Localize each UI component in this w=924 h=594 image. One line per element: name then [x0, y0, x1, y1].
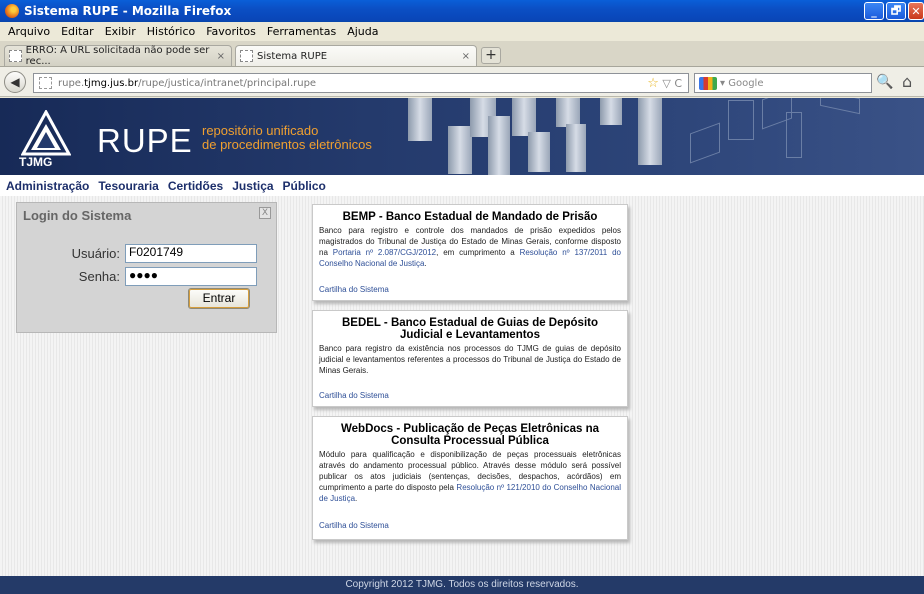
cartilha-link[interactable]: Cartilha do Sistema	[319, 391, 389, 400]
search-placeholder: Google	[728, 77, 764, 89]
tab-label: Sistema RUPE	[257, 50, 328, 62]
card-title: WebDocs - Publicação de Peças Eletrônica…	[341, 423, 599, 447]
url-host: tjmg.jus.br	[84, 77, 139, 89]
card-description: Banco para registro e controle dos manda…	[319, 226, 621, 268]
tagline-line1: repositório unificado	[202, 123, 319, 138]
card-title: BEMP - Banco Estadual de Mandado de Pris…	[342, 211, 598, 223]
decorative-wireframe	[820, 98, 860, 115]
decorative-wireframe	[690, 122, 720, 164]
decorative-block	[556, 98, 580, 127]
tab-erro[interactable]: ERRO: A URL solicitada não pode ser rec.…	[4, 45, 232, 67]
tab-close-icon[interactable]: ×	[217, 51, 225, 62]
tab-sistema-rupe[interactable]: Sistema RUPE ×	[235, 45, 477, 66]
nav-tesouraria[interactable]: Tesouraria	[98, 179, 158, 193]
menu-bar: Arquivo Editar Exibir Histórico Favorito…	[0, 22, 924, 41]
window-title-bar: Sistema RUPE - Mozilla Firefox _ 🗗 ✕	[0, 0, 924, 22]
nav-publico[interactable]: Público	[283, 179, 326, 193]
card-description: Banco para registro da existência nos pr…	[319, 344, 621, 375]
page-footer: Copyright 2012 TJMG. Todos os direitos r…	[0, 576, 924, 594]
top-navigation: Administração Tesouraria Certidões Justi…	[0, 175, 924, 196]
menu-arquivo[interactable]: Arquivo	[8, 25, 50, 38]
card-bedel: BEDEL - Banco Estadual de Guias de Depós…	[312, 310, 628, 407]
menu-ferramentas[interactable]: Ferramentas	[267, 25, 336, 38]
url-path: /rupe/justica/intranet/principal.rupe	[138, 77, 317, 89]
page-content: TJMG RUPE repositório unificado de proce…	[0, 98, 924, 594]
tjmg-logo-icon	[21, 110, 71, 156]
card-webdocs: WebDocs - Publicação de Peças Eletrônica…	[312, 416, 628, 540]
app-tagline: repositório unificado de procedimentos e…	[202, 124, 372, 152]
search-go-icon[interactable]: 🔍	[876, 74, 893, 90]
card-bemp: BEMP - Banco Estadual de Mandado de Pris…	[312, 204, 628, 301]
tjmg-logo-text: TJMG	[19, 155, 53, 169]
login-title: Login do Sistema	[23, 208, 132, 223]
app-name: RUPE	[97, 122, 193, 159]
navigation-bar: ◀ rupe. tjmg.jus.br/rupe/justica/intranet…	[0, 67, 924, 97]
user-field[interactable]: F0201749	[125, 244, 257, 263]
new-tab-button[interactable]: +	[481, 47, 501, 64]
site-banner: TJMG RUPE repositório unificado de proce…	[0, 98, 924, 175]
card-title: BEDEL - Banco Estadual de Guias de Depós…	[341, 317, 599, 341]
close-icon[interactable]: X	[259, 207, 271, 219]
decorative-block	[512, 98, 536, 136]
window-title: Sistema RUPE - Mozilla Firefox	[24, 4, 232, 18]
maximize-button[interactable]: 🗗	[886, 2, 906, 20]
page-icon	[240, 50, 253, 62]
bookmark-star-icon[interactable]: ☆	[647, 76, 659, 91]
tab-label: ERRO: A URL solicitada não pode ser rec.…	[25, 45, 210, 67]
decorative-block	[600, 98, 622, 125]
cartilha-link[interactable]: Cartilha do Sistema	[319, 285, 389, 294]
menu-exibir[interactable]: Exibir	[105, 25, 136, 38]
user-label: Usuário:	[71, 246, 120, 261]
page-icon	[9, 50, 22, 62]
url-actions: ☆ ▽ C	[647, 76, 682, 91]
search-dropdown-icon[interactable]: ▾	[720, 78, 725, 89]
tab-close-icon[interactable]: ×	[462, 51, 470, 62]
search-bar[interactable]: ▾ Google	[694, 73, 872, 93]
menu-editar[interactable]: Editar	[61, 25, 94, 38]
close-window-button[interactable]: ✕	[908, 2, 924, 20]
decorative-block	[448, 126, 472, 174]
home-icon[interactable]: ⌂	[902, 72, 912, 91]
cartilha-link[interactable]: Cartilha do Sistema	[319, 521, 389, 530]
login-button[interactable]: Entrar	[188, 288, 250, 309]
menu-favoritos[interactable]: Favoritos	[206, 25, 256, 38]
decorative-block	[566, 124, 586, 172]
menu-ajuda[interactable]: Ajuda	[347, 25, 378, 38]
decorative-block	[638, 98, 662, 165]
back-button[interactable]: ◀	[4, 71, 26, 93]
site-identity-icon[interactable]	[39, 77, 52, 89]
reload-icon[interactable]: ▽ C	[662, 77, 682, 90]
nav-administracao[interactable]: Administração	[6, 179, 89, 193]
window-controls: _ 🗗 ✕	[864, 2, 924, 20]
decorative-block	[488, 116, 510, 175]
google-icon[interactable]	[699, 76, 717, 90]
portaria-link[interactable]: Portaria nº 2.087/CGJ/2012	[333, 248, 436, 257]
decorative-wireframe	[728, 100, 754, 140]
card-description: Módulo para qualificação e disponibiliza…	[319, 450, 622, 503]
nav-certidoes[interactable]: Certidões	[168, 179, 223, 193]
url-bar[interactable]: rupe. tjmg.jus.br/rupe/justica/intranet/p…	[33, 73, 689, 93]
password-label: Senha:	[78, 269, 120, 284]
login-panel: Login do Sistema X Usuário: F0201749 Sen…	[16, 202, 277, 333]
nav-justica[interactable]: Justiça	[232, 179, 273, 193]
decorative-block	[408, 98, 432, 141]
decorative-block	[528, 132, 550, 172]
password-field[interactable]: ●●●●	[125, 267, 257, 286]
minimize-button[interactable]: _	[864, 2, 884, 20]
url-prefix: rupe.	[58, 77, 85, 89]
firefox-icon	[5, 4, 19, 18]
tagline-line2: de procedimentos eletrônicos	[202, 137, 372, 152]
decorative-wireframe	[786, 112, 802, 158]
menu-historico[interactable]: Histórico	[147, 25, 195, 38]
tab-bar: ERRO: A URL solicitada não pode ser rec.…	[0, 41, 924, 67]
